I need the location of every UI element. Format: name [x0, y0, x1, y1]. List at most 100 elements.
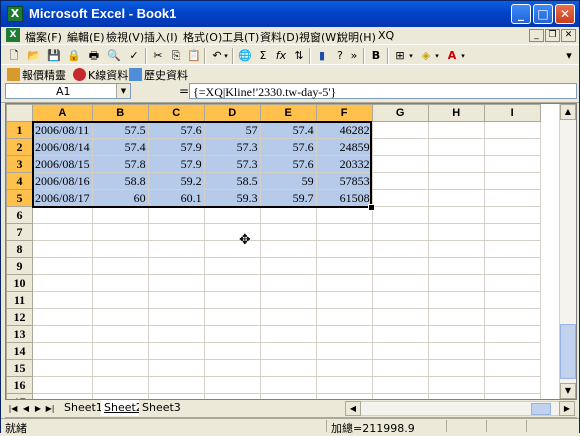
cell[interactable]	[32, 274, 93, 292]
workbook-minimize-button[interactable]: _	[529, 29, 544, 42]
cell[interactable]	[203, 376, 261, 394]
cell[interactable]	[32, 223, 93, 241]
cell[interactable]	[32, 342, 93, 360]
row-header[interactable]: 2	[6, 138, 33, 156]
cell[interactable]	[203, 325, 261, 343]
scroll-left-icon[interactable]: ◀	[345, 401, 361, 416]
select-all-corner[interactable]	[6, 104, 33, 122]
cell[interactable]: 57	[203, 121, 261, 139]
cell[interactable]: 57.4	[259, 121, 317, 139]
cell[interactable]	[259, 223, 317, 241]
cell[interactable]	[427, 257, 485, 275]
fill-handle[interactable]	[368, 204, 375, 211]
cell[interactable]	[32, 308, 93, 326]
cell[interactable]	[203, 359, 261, 377]
cell[interactable]: 2006/08/14	[32, 138, 93, 156]
cell[interactable]	[371, 342, 429, 360]
cell[interactable]	[483, 240, 541, 258]
cell[interactable]	[32, 257, 93, 275]
cell[interactable]	[371, 291, 429, 309]
workbook-icon[interactable]: X	[6, 28, 20, 42]
column-header[interactable]: D	[203, 104, 261, 122]
cell[interactable]	[483, 155, 541, 173]
cell[interactable]	[427, 274, 485, 292]
cell[interactable]	[483, 257, 541, 275]
row-header[interactable]: 3	[6, 155, 33, 173]
vertical-scroll-thumb[interactable]	[560, 324, 576, 379]
cell[interactable]: 57.9	[147, 155, 205, 173]
cell[interactable]	[427, 172, 485, 190]
cell[interactable]	[259, 376, 317, 394]
cell[interactable]	[483, 342, 541, 360]
open-icon[interactable]: 📂	[25, 47, 43, 65]
cell[interactable]	[315, 359, 373, 377]
cell[interactable]	[315, 274, 373, 292]
undo-dropdown-icon[interactable]: ▾	[222, 47, 230, 65]
toolbar-options-icon[interactable]: ▾	[564, 47, 574, 65]
first-sheet-icon[interactable]: |◀	[7, 402, 19, 415]
menu-insert[interactable]: 插入(I)	[144, 29, 178, 45]
cell[interactable]	[147, 257, 205, 275]
cell[interactable]	[32, 376, 93, 394]
toolbar-overflow-icon[interactable]: »	[349, 47, 359, 65]
paste-icon[interactable]: 📋	[185, 47, 203, 65]
bold-button[interactable]: B	[367, 47, 385, 65]
cell[interactable]	[32, 291, 93, 309]
row-header[interactable]: 10	[6, 274, 33, 292]
minimize-button[interactable]: _	[511, 4, 531, 24]
cell[interactable]	[315, 257, 373, 275]
cell[interactable]: 59.2	[147, 172, 205, 190]
cell[interactable]	[91, 308, 149, 326]
sheet-tab-1[interactable]: Sheet1	[61, 400, 106, 416]
prev-sheet-icon[interactable]: ◀	[20, 402, 32, 415]
cell[interactable]: 24859	[315, 138, 373, 156]
cell[interactable]	[91, 274, 149, 292]
cell[interactable]: 57853	[315, 172, 373, 190]
cell[interactable]	[259, 342, 317, 360]
cell[interactable]	[371, 376, 429, 394]
maximize-button[interactable]: □	[533, 4, 553, 24]
save-icon[interactable]: 💾	[45, 47, 63, 65]
cell[interactable]	[91, 223, 149, 241]
horizontal-scroll-thumb[interactable]	[531, 403, 551, 415]
menu-format[interactable]: 格式(O)	[183, 29, 222, 45]
cell[interactable]	[203, 274, 261, 292]
cell[interactable]	[483, 376, 541, 394]
close-button[interactable]: ✕	[555, 4, 575, 24]
cell[interactable]: 57.5	[91, 121, 149, 139]
cell[interactable]	[147, 376, 205, 394]
cell[interactable]: 59.3	[203, 189, 261, 207]
cell[interactable]	[91, 257, 149, 275]
cell[interactable]	[259, 257, 317, 275]
cell[interactable]	[147, 359, 205, 377]
cell[interactable]: 2006/08/17	[32, 189, 93, 207]
cell[interactable]	[315, 291, 373, 309]
cell[interactable]	[427, 240, 485, 258]
cell[interactable]	[427, 359, 485, 377]
cell[interactable]	[147, 274, 205, 292]
cell[interactable]	[91, 376, 149, 394]
cell[interactable]: 60.1	[147, 189, 205, 207]
cell[interactable]	[371, 206, 429, 224]
cell[interactable]: 46282	[315, 121, 373, 139]
cell[interactable]: 57.6	[259, 138, 317, 156]
cell[interactable]	[371, 121, 429, 139]
cell[interactable]	[427, 189, 485, 207]
column-header[interactable]: G	[371, 104, 429, 122]
cell[interactable]	[427, 325, 485, 343]
scroll-right-icon[interactable]: ▶	[559, 401, 575, 416]
excel-app-icon[interactable]: X	[7, 6, 23, 22]
cell[interactable]	[427, 223, 485, 241]
cell[interactable]	[259, 206, 317, 224]
cell[interactable]	[427, 121, 485, 139]
cell[interactable]	[91, 359, 149, 377]
cell[interactable]: 58.8	[91, 172, 149, 190]
new-icon[interactable]: 🗋	[5, 47, 23, 65]
cell[interactable]	[483, 359, 541, 377]
menu-window[interactable]: 視窗(W)	[299, 29, 340, 45]
cell[interactable]: 61508	[315, 189, 373, 207]
cell[interactable]	[427, 342, 485, 360]
cell[interactable]	[315, 223, 373, 241]
scroll-up-icon[interactable]: ▲	[560, 104, 576, 120]
cell[interactable]	[427, 155, 485, 173]
